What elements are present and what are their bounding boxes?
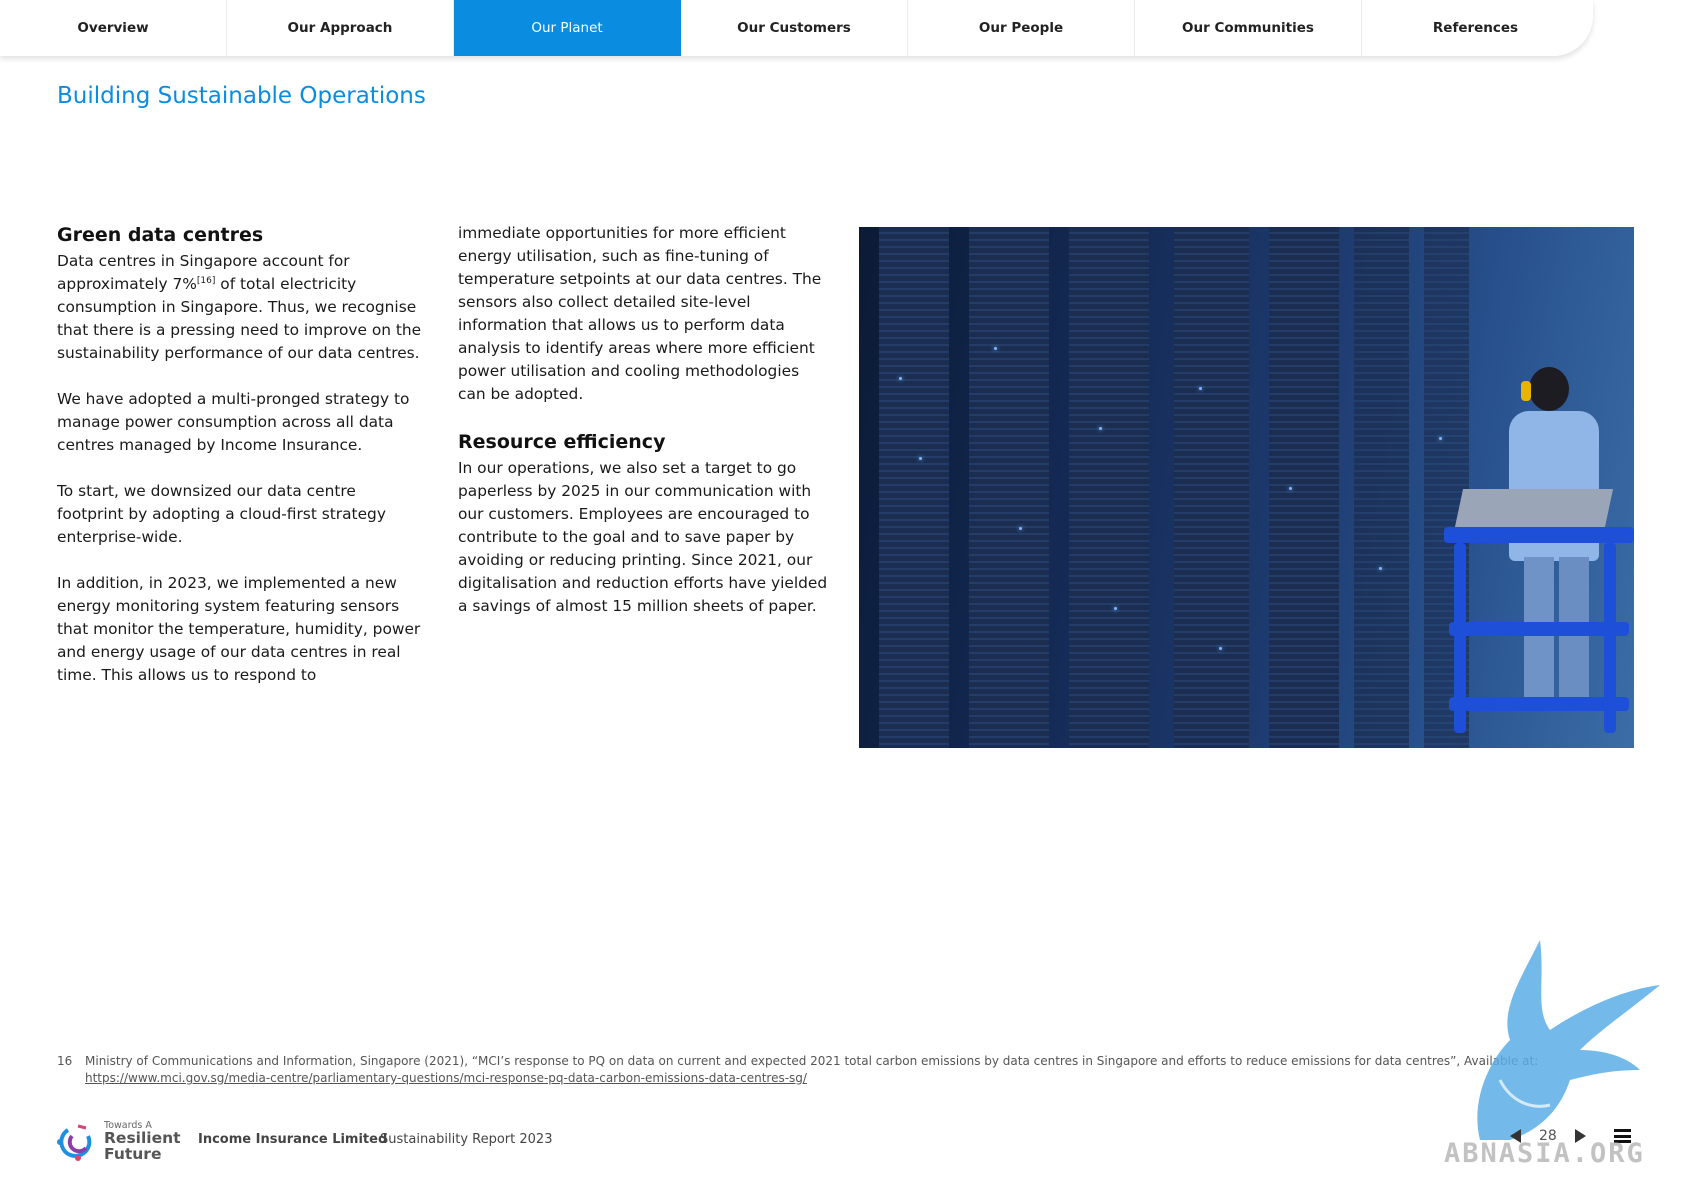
report-title: Sustainability Report 2023	[380, 1132, 553, 1147]
top-navigation: Overview Our Approach Our Planet Our Cus…	[0, 0, 1593, 56]
logo-line-2: Future	[104, 1145, 162, 1163]
footnote-link[interactable]: https://www.mci.gov.sg/media-centre/parl…	[85, 1071, 807, 1085]
page-title: Building Sustainable Operations	[57, 83, 426, 109]
paragraph: immediate opportunities for more efficie…	[458, 224, 822, 403]
tab-our-customers[interactable]: Our Customers	[681, 0, 908, 56]
resilient-future-logo: Towards A Resilient Future	[56, 1120, 181, 1164]
tab-our-people[interactable]: Our People	[908, 0, 1135, 56]
footnote-reference[interactable]: [16]	[197, 276, 215, 286]
tab-references[interactable]: References	[1362, 0, 1589, 56]
tab-our-communities[interactable]: Our Communities	[1135, 0, 1362, 56]
paragraph: Data centres in Singapore account for ap…	[57, 250, 427, 365]
logo-mark-icon	[57, 1124, 92, 1161]
footnote-body: Ministry of Communications and Informati…	[85, 1053, 1617, 1087]
watermark-text: ABNASIA.ORG	[1444, 1138, 1645, 1169]
paragraph: In our operations, we also set a target …	[458, 459, 828, 615]
paragraph: To start, we downsized our data centre f…	[57, 482, 386, 546]
logo-text-large: Resilient Future	[104, 1130, 181, 1162]
data-centre-photo	[859, 227, 1634, 748]
text-column-middle: immediate opportunities for more efficie…	[458, 222, 828, 641]
paragraph: In addition, in 2023, we implemented a n…	[57, 574, 421, 684]
footnote-number: 16	[57, 1054, 73, 1068]
tab-our-approach[interactable]: Our Approach	[227, 0, 454, 56]
tab-our-planet[interactable]: Our Planet	[454, 0, 681, 56]
text-column-left: Green data centres Data centres in Singa…	[57, 222, 427, 710]
footnote-text: Ministry of Communications and Informati…	[85, 1054, 1539, 1068]
company-name: Income Insurance Limited	[198, 1132, 388, 1147]
paragraph: We have adopted a multi-pronged strategy…	[57, 390, 410, 454]
section-heading-green-data-centres: Green data centres	[57, 224, 264, 246]
section-heading-resource-efficiency: Resource efficiency	[458, 431, 666, 453]
footnote: 16 Ministry of Communications and Inform…	[57, 1053, 1617, 1087]
tab-overview[interactable]: Overview	[0, 0, 227, 56]
